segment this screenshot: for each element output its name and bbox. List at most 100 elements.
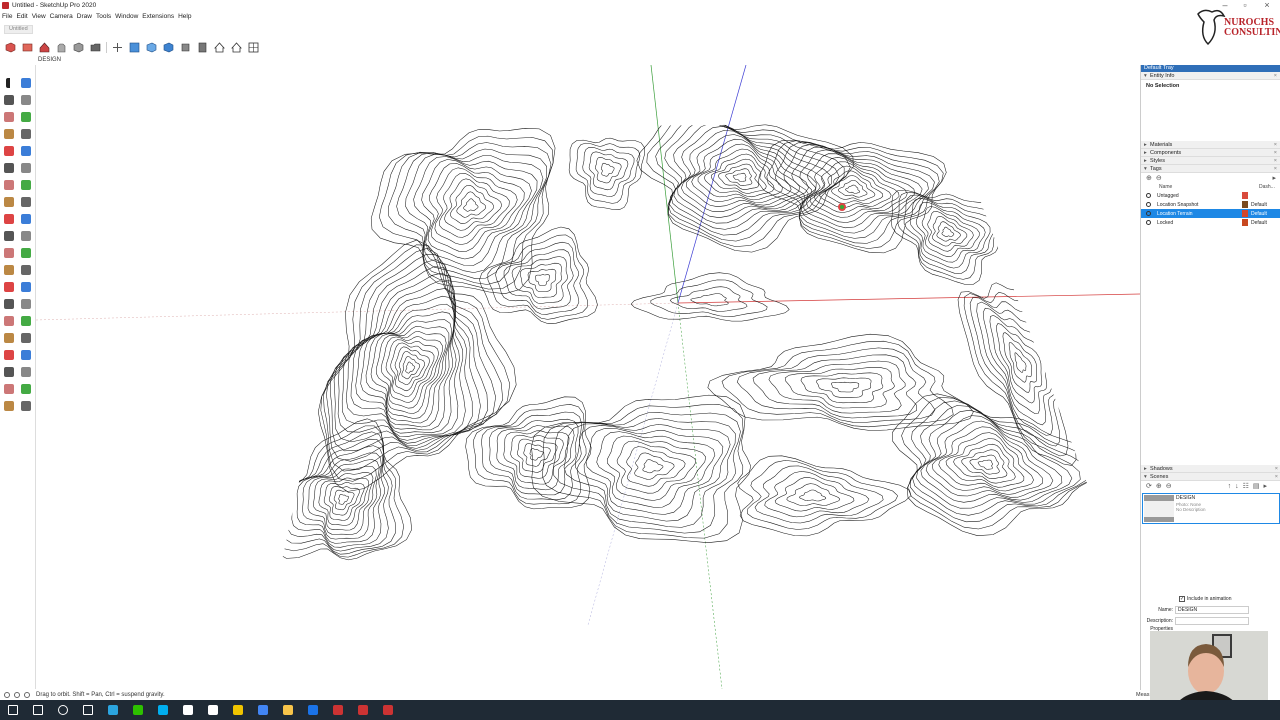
arc-icon[interactable]: [1, 159, 17, 176]
move-icon[interactable]: [1, 193, 17, 210]
circle-icon[interactable]: [1, 142, 17, 159]
orbit-icon[interactable]: [1, 295, 17, 312]
rotated-rect-icon[interactable]: [18, 125, 34, 142]
add-tag-icon[interactable]: ⊕: [1146, 174, 1152, 182]
back-view-icon[interactable]: [196, 41, 209, 53]
thumbnail-icon[interactable]: ▤: [1253, 482, 1260, 490]
tag-color-swatch[interactable]: [1242, 201, 1248, 208]
search-icon[interactable]: [25, 700, 50, 720]
axes-tool-icon[interactable]: [1, 278, 17, 295]
scene-description-field[interactable]: [1175, 616, 1249, 625]
paint-bucket-icon[interactable]: [1, 91, 17, 108]
visibility-eye-icon[interactable]: [1146, 220, 1151, 225]
close-icon[interactable]: ×: [1274, 157, 1277, 165]
wall-icon[interactable]: [21, 41, 34, 53]
cube-icon[interactable]: [4, 41, 17, 53]
close-icon[interactable]: ×: [1274, 72, 1277, 80]
zoom-icon[interactable]: [1, 312, 17, 329]
view-options-icon[interactable]: ☷: [1243, 482, 1249, 490]
entity-info-header[interactable]: ▾ Entity Info ×: [1141, 72, 1280, 80]
remove-scene-icon[interactable]: ⊖: [1166, 482, 1172, 490]
shadows-header[interactable]: ▸ Shadows ×: [1141, 465, 1280, 473]
follow-me-icon[interactable]: [18, 210, 34, 227]
axes-icon[interactable]: [111, 41, 124, 53]
protractor-icon[interactable]: [1, 261, 17, 278]
menu-extensions[interactable]: Extensions: [142, 13, 174, 20]
menu-camera[interactable]: Camera: [50, 13, 73, 20]
grid-icon[interactable]: [247, 41, 260, 53]
chrome-icon[interactable]: [250, 700, 275, 720]
remove-tag-icon[interactable]: ⊖: [1156, 174, 1162, 182]
eraser-pink-icon[interactable]: [18, 91, 34, 108]
tag-color-swatch[interactable]: [1242, 210, 1248, 217]
details-arrow-icon[interactable]: ▸: [1264, 482, 1268, 490]
sketchup3-icon[interactable]: [375, 700, 400, 720]
menu-window[interactable]: Window: [115, 13, 138, 20]
look-around-icon[interactable]: [18, 346, 34, 363]
visibility-eye-icon[interactable]: [1146, 193, 1151, 198]
text-icon[interactable]: [18, 244, 34, 261]
front-view-icon[interactable]: [162, 41, 175, 53]
components-header[interactable]: ▸ Components ×: [1141, 149, 1280, 157]
tag-row[interactable]: Locked Default: [1141, 218, 1280, 227]
tag-dash-style[interactable]: Default: [1251, 202, 1267, 208]
scene-name-field[interactable]: DESIGN: [1175, 605, 1249, 614]
3d-text-icon[interactable]: [18, 261, 34, 278]
section-display-icon[interactable]: [18, 363, 34, 380]
task-view-icon[interactable]: [75, 700, 100, 720]
arc3-icon[interactable]: [18, 176, 34, 193]
position-camera-icon[interactable]: [18, 329, 34, 346]
telegram-icon[interactable]: [100, 700, 125, 720]
tag-row[interactable]: Untagged: [1141, 191, 1280, 200]
close-icon[interactable]: ×: [1275, 465, 1278, 473]
details-arrow-icon[interactable]: ▸: [1272, 174, 1276, 182]
move-down-icon[interactable]: ↓: [1235, 483, 1239, 490]
add-scene-icon[interactable]: ⊕: [1156, 482, 1162, 490]
wechat-icon[interactable]: [125, 700, 150, 720]
document-tab[interactable]: Untitled: [4, 25, 33, 34]
tag-row[interactable]: Location Terrain Default: [1141, 209, 1280, 218]
line-icon[interactable]: [1, 108, 17, 125]
sketchup-icon[interactable]: [325, 700, 350, 720]
dash-column-header[interactable]: Dash...: [1259, 184, 1275, 190]
pie-icon[interactable]: [18, 159, 34, 176]
menu-tools[interactable]: Tools: [96, 13, 111, 20]
move-up-icon[interactable]: ↑: [1228, 483, 1232, 490]
tag-dash-style[interactable]: Default: [1251, 220, 1267, 226]
right-view-icon[interactable]: [179, 41, 192, 53]
windows-start-icon[interactable]: [0, 700, 25, 720]
walk-icon[interactable]: [1, 346, 17, 363]
select-icon[interactable]: [1, 74, 17, 91]
house-icon[interactable]: [230, 41, 243, 53]
include-animation-checkbox[interactable]: ✓: [1179, 595, 1185, 602]
scene-tab-design[interactable]: DESIGN: [38, 57, 61, 63]
push-pull-icon[interactable]: [18, 193, 34, 210]
rectangle-icon[interactable]: [1, 125, 17, 142]
scenes-header[interactable]: ▾ Scenes ×: [1141, 473, 1280, 481]
menu-file[interactable]: File: [2, 13, 12, 20]
3d-viewport[interactable]: [35, 65, 1140, 689]
house-roof-icon[interactable]: [38, 41, 51, 53]
menu-help[interactable]: Help: [178, 13, 191, 20]
close-icon[interactable]: ×: [1274, 141, 1277, 149]
dimension-icon[interactable]: [18, 278, 34, 295]
close-icon[interactable]: ×: [1274, 165, 1277, 173]
sketchup2-icon[interactable]: [350, 700, 375, 720]
polygon-icon[interactable]: [18, 142, 34, 159]
pan-icon[interactable]: [18, 295, 34, 312]
visibility-eye-icon[interactable]: [1146, 202, 1151, 207]
settings-icon[interactable]: [200, 700, 225, 720]
credits-icon[interactable]: [14, 691, 20, 698]
store-icon[interactable]: [175, 700, 200, 720]
info-icon[interactable]: [24, 691, 30, 698]
skype-icon[interactable]: [150, 700, 175, 720]
tag-row[interactable]: Location Snapshot Default: [1141, 200, 1280, 209]
files-icon[interactable]: [225, 700, 250, 720]
tag-dash-style[interactable]: Default: [1251, 211, 1267, 217]
materials-header[interactable]: ▸ Materials ×: [1141, 141, 1280, 149]
zoom-window-icon[interactable]: [18, 312, 34, 329]
update-scene-icon[interactable]: ⟳: [1146, 482, 1152, 490]
tag-color-swatch[interactable]: [1242, 219, 1248, 226]
styles-header[interactable]: ▸ Styles ×: [1141, 157, 1280, 165]
folder-icon[interactable]: [89, 41, 102, 53]
